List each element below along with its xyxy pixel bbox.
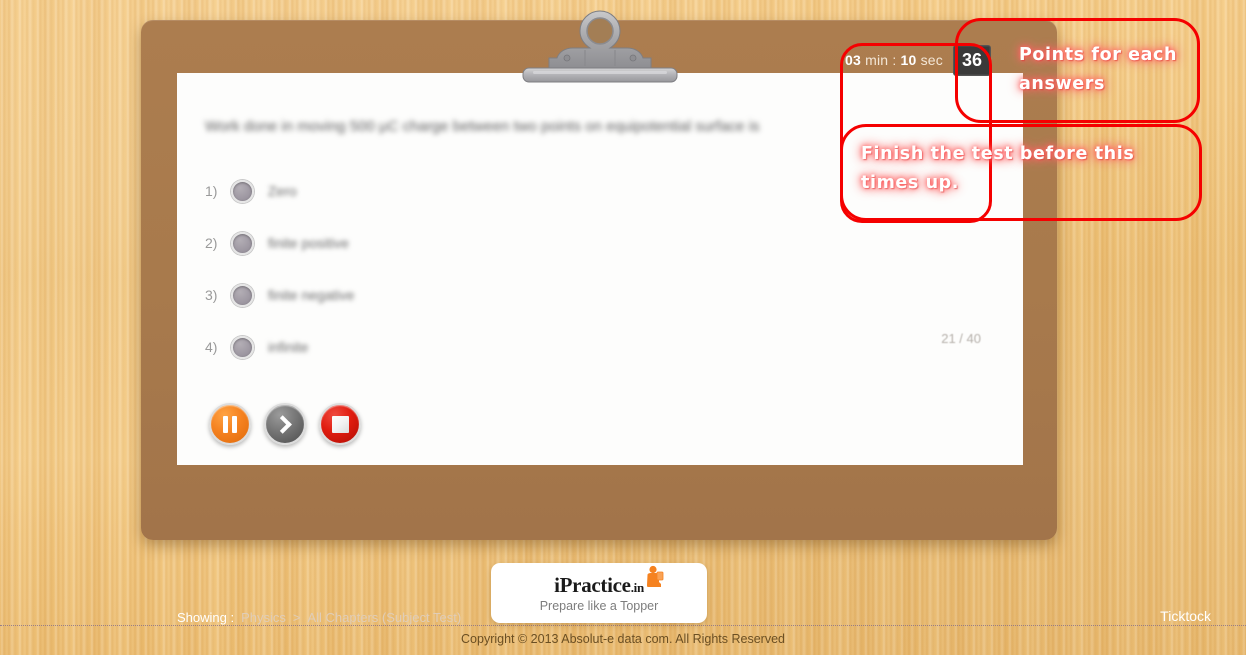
brand-name: iPractice xyxy=(554,573,631,597)
breadcrumb-scope[interactable]: All Chapters (Subject Test) xyxy=(307,610,461,625)
radio-button-option-4[interactable] xyxy=(231,335,254,359)
radio-button-option-2[interactable] xyxy=(231,231,254,255)
option-number: 3) xyxy=(205,287,218,303)
footer-divider xyxy=(0,625,1246,626)
question-text: Work done in moving 500 μC charge betwee… xyxy=(205,118,760,135)
option-number: 2) xyxy=(205,235,218,251)
timer-seconds: 10 xyxy=(900,52,917,68)
answer-option-3[interactable]: 3) finite negative xyxy=(205,269,905,321)
countdown-timer: 03 min : 10 sec xyxy=(845,52,943,68)
pause-icon xyxy=(223,415,237,433)
option-label: infinite xyxy=(268,339,309,355)
copyright-text: Copyright © 2013 Absolut-e data com. All… xyxy=(461,632,785,646)
stop-icon xyxy=(331,415,349,433)
option-label: finite negative xyxy=(268,287,355,303)
timer-minutes-unit: min xyxy=(865,52,889,68)
showing-label: Showing : xyxy=(177,610,235,625)
breadcrumb-subject[interactable]: Physics xyxy=(241,610,286,625)
timer-seconds-unit: sec xyxy=(920,52,943,68)
pause-button[interactable] xyxy=(209,403,251,445)
option-label: finite positive xyxy=(268,235,349,251)
option-label: Zero xyxy=(268,183,297,199)
points-badge: 36 xyxy=(953,44,992,76)
answer-options-list: 1) Zero 2) finite positive 3) finite neg… xyxy=(205,165,905,373)
test-mode-label: Ticktock xyxy=(1160,608,1211,624)
brand-logo-card[interactable]: iPractice.in Prepare like a Topper xyxy=(491,563,707,623)
brand-tld: .in xyxy=(630,580,645,595)
student-figure-icon xyxy=(644,565,664,591)
app-background: 03 min : 10 sec 36 Work done in moving 5… xyxy=(0,0,1246,655)
clipboard-clip-icon xyxy=(519,8,681,92)
timer-separator: : xyxy=(892,52,897,68)
playback-controls xyxy=(209,403,361,445)
radio-button-option-1[interactable] xyxy=(231,179,254,203)
answer-option-4[interactable]: 4) infinite xyxy=(205,321,905,373)
answer-option-2[interactable]: 2) finite positive xyxy=(205,217,905,269)
stop-button[interactable] xyxy=(319,403,361,445)
option-number: 1) xyxy=(205,183,218,199)
question-panel: Work done in moving 500 μC charge betwee… xyxy=(177,73,1023,465)
radio-button-option-3[interactable] xyxy=(231,283,254,307)
brand-wordmark: iPractice.in xyxy=(554,565,664,598)
chevron-right-icon xyxy=(272,414,292,434)
breadcrumb-separator: > xyxy=(292,610,301,625)
timer-score-row: 03 min : 10 sec 36 xyxy=(845,44,992,76)
question-counter: 21 / 40 xyxy=(941,331,981,346)
answer-option-1[interactable]: 1) Zero xyxy=(205,165,905,217)
next-question-button[interactable] xyxy=(264,403,306,445)
timer-minutes: 03 xyxy=(845,52,861,68)
brand-tagline: Prepare like a Topper xyxy=(539,599,659,613)
option-number: 4) xyxy=(205,339,218,355)
breadcrumb: Showing : Physics > All Chapters (Subjec… xyxy=(177,610,461,625)
